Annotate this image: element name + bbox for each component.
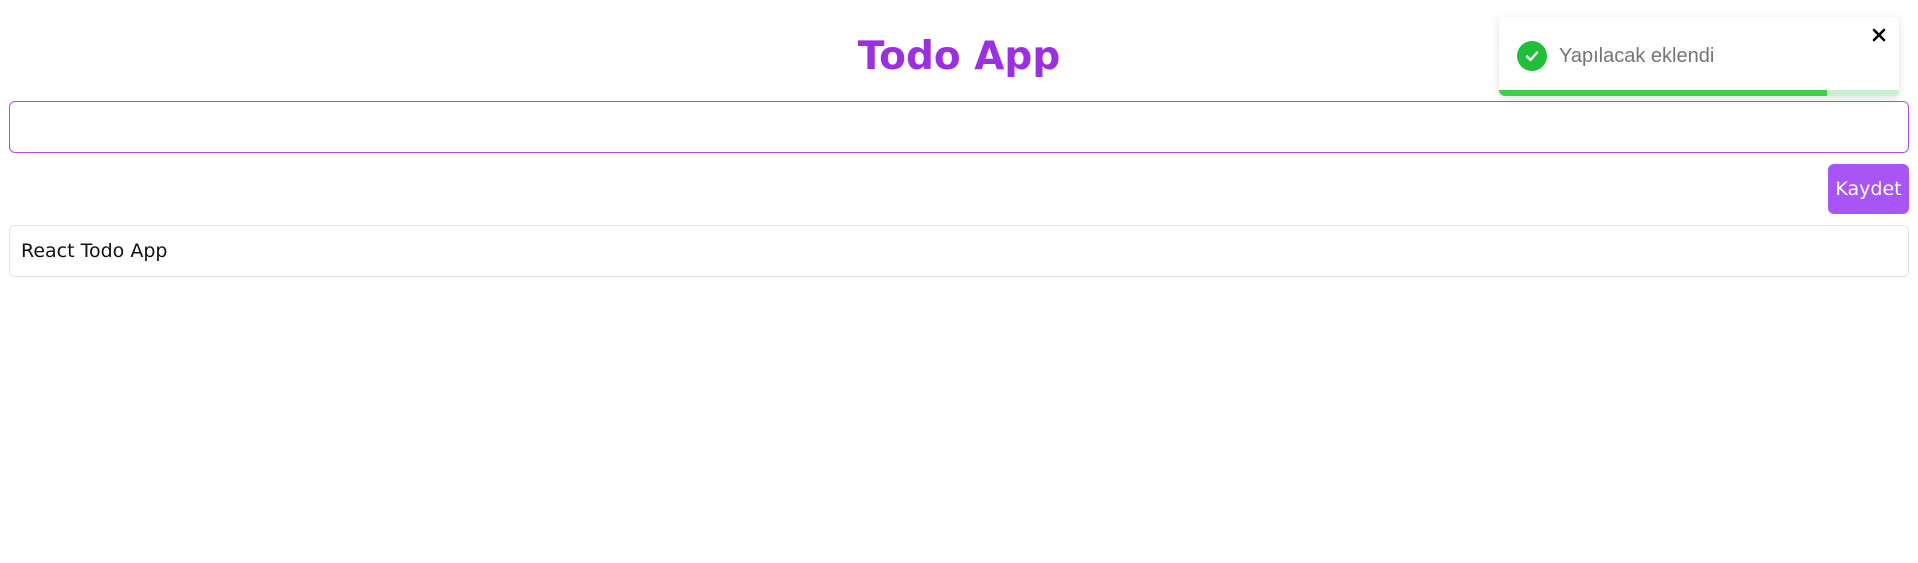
toast-message: Yapılacak eklendi: [1559, 44, 1715, 67]
todo-item[interactable]: React Todo App: [9, 225, 1909, 277]
close-icon[interactable]: [1867, 23, 1891, 47]
save-button[interactable]: Kaydet: [1828, 164, 1909, 214]
todo-list: React Todo App: [9, 225, 1909, 277]
toast-progress-bar: [1499, 90, 1827, 96]
check-circle-icon: [1517, 41, 1547, 71]
toast-progress-track: [1499, 90, 1899, 96]
todo-input[interactable]: [9, 101, 1909, 153]
success-toast[interactable]: Yapılacak eklendi: [1499, 17, 1899, 96]
toast-body: Yapılacak eklendi: [1517, 41, 1714, 71]
todo-app-page: Todo App Kaydet React Todo App Yapılacak…: [0, 0, 1918, 563]
todo-item-text: React Todo App: [21, 240, 168, 262]
